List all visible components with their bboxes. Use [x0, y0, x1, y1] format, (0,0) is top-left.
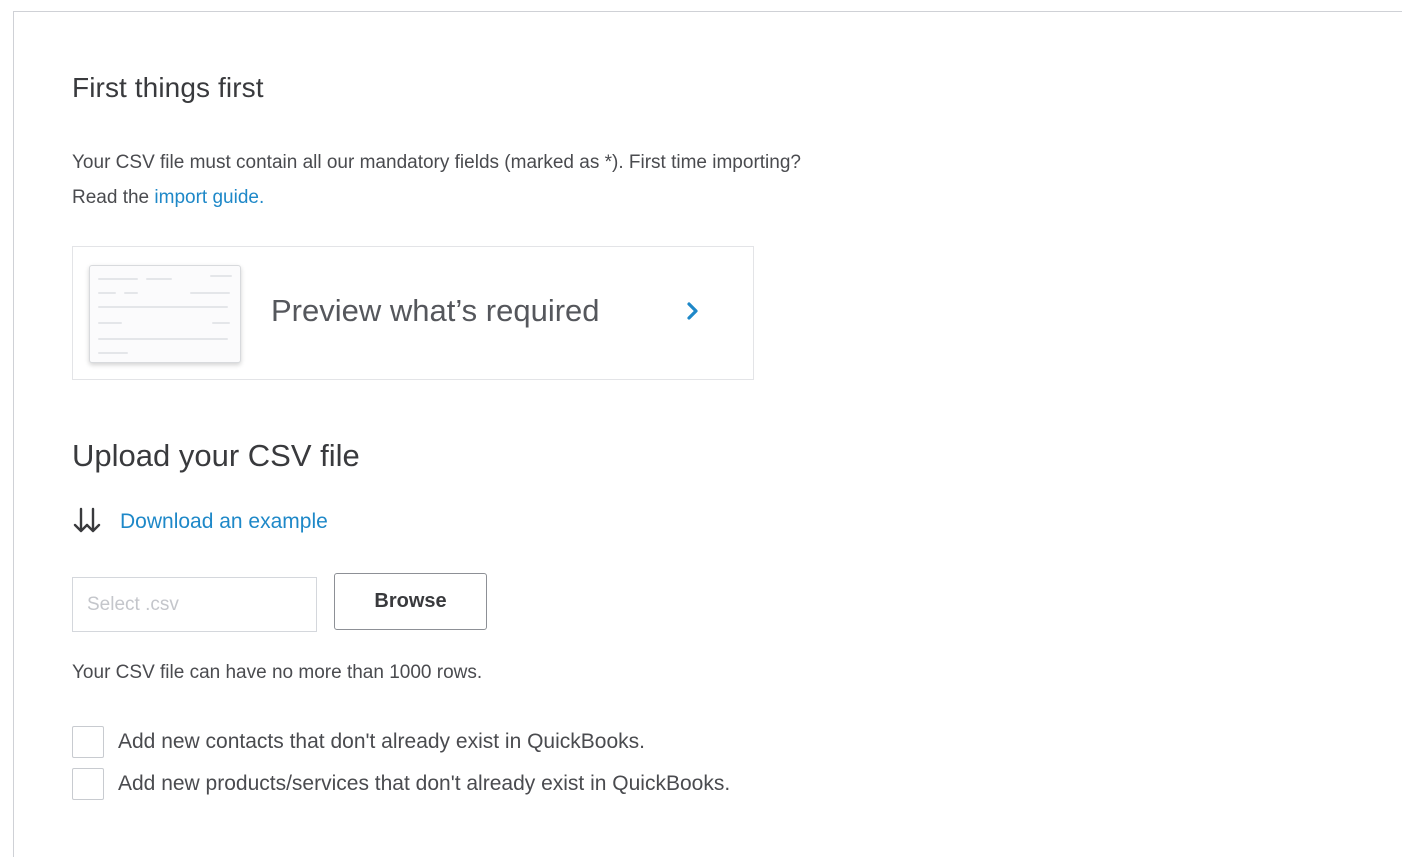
download-example-link-row[interactable]: Download an example: [72, 506, 328, 538]
add-contacts-checkbox[interactable]: [72, 726, 104, 758]
preview-required-label: Preview what’s required: [271, 293, 600, 328]
intro-line-2-prefix: Read the: [72, 187, 155, 208]
download-arrows-icon: [73, 507, 101, 533]
spreadsheet-thumbnail-image: [89, 265, 241, 363]
intro-line-1: Your CSV file must contain all our manda…: [72, 152, 801, 173]
import-panel: First things first Your CSV file must co…: [13, 11, 1402, 857]
intro-line-2: Read the import guide.: [72, 180, 801, 215]
row-limit-note: Your CSV file can have no more than 1000…: [72, 662, 483, 683]
csv-file-input[interactable]: [72, 577, 317, 632]
first-things-first-heading: First things first: [72, 72, 264, 103]
preview-required-card[interactable]: Preview what’s required: [72, 246, 754, 380]
add-products-label[interactable]: Add new products/services that don't alr…: [118, 772, 730, 796]
chevron-right-icon: [687, 302, 698, 320]
add-contacts-label[interactable]: Add new contacts that don't already exis…: [118, 730, 645, 754]
import-guide-link[interactable]: import guide.: [154, 187, 264, 208]
download-example-link[interactable]: Download an example: [120, 510, 328, 534]
option-add-products[interactable]: Add new products/services that don't alr…: [72, 767, 730, 801]
option-add-contacts[interactable]: Add new contacts that don't already exis…: [72, 725, 645, 759]
browse-button[interactable]: Browse: [334, 573, 487, 630]
upload-csv-heading: Upload your CSV file: [72, 438, 360, 473]
add-products-checkbox[interactable]: [72, 768, 104, 800]
intro-text: Your CSV file must contain all our manda…: [72, 145, 801, 215]
